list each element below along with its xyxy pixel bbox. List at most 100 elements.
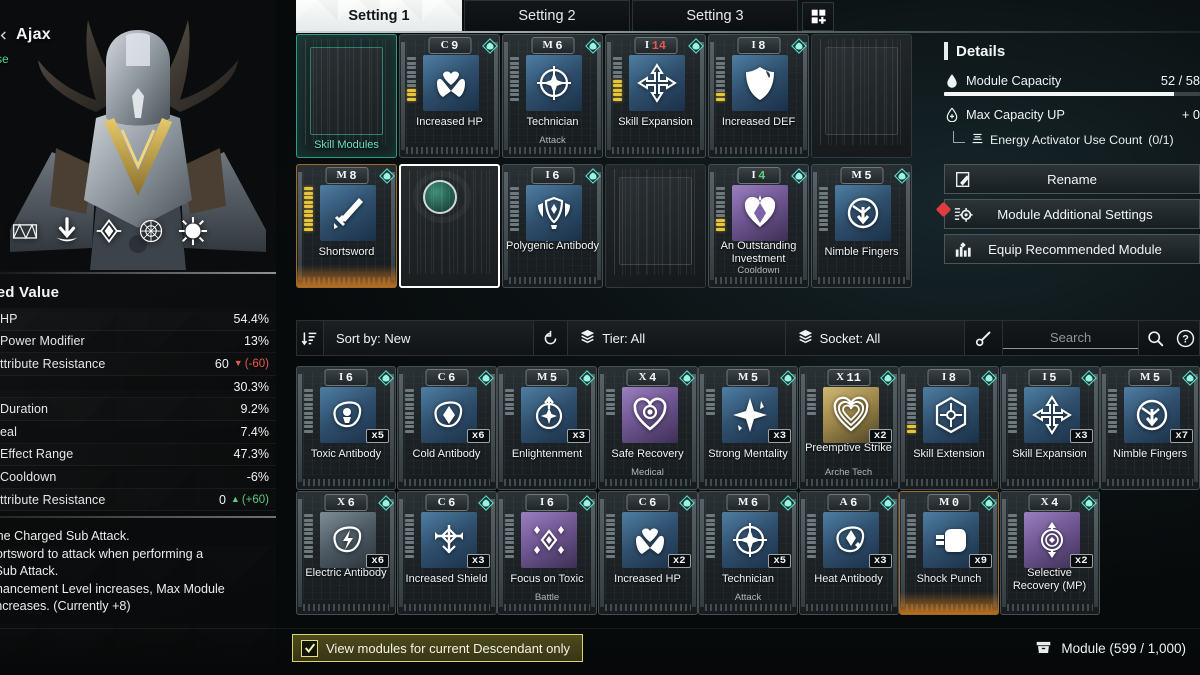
inventory-module-card[interactable]: A 6 x3 Heat Antibody [798,491,899,615]
tier-symbol: I [751,39,756,51]
equipped-module-card[interactable]: I 4 An Outstanding Investment Cooldown [708,164,809,288]
inventory-module-card[interactable]: X 4 x2 Selective Recovery (MP) [999,491,1100,615]
question-icon[interactable]: ? [1172,321,1199,355]
stat-number: 9.2% [240,402,270,417]
sort-descending-icon[interactable] [297,321,324,355]
equipped-module-card[interactable]: C 9 Increased HP [399,34,500,158]
energy-bar-track [706,514,715,558]
empty-module-slot[interactable] [811,34,912,158]
selected-empty-slot[interactable] [399,164,500,288]
equip-recommended-module-button[interactable]: Equip Recommended Module [944,234,1200,264]
tier-plate: M0 [927,494,971,511]
equipped-module-card[interactable]: I 14 Skill Expansion [605,34,706,158]
stat-row: Power Modifier 13% [0,330,276,354]
inventory-module-card[interactable]: M 0 x9 Shock Punch [899,491,999,615]
card-footer-pins [1107,479,1193,486]
module-quantity: x7 [1170,429,1193,443]
socket-type-icon [679,494,696,511]
module-name: Toxic Antibody [310,448,382,460]
inventory-module-card[interactable]: C 6 x6 Cold Antibody [396,366,497,490]
tab-setting-2[interactable]: Setting 2 [464,0,630,31]
energy-bar [404,518,414,522]
energy-bar [1007,541,1017,544]
energy-bar [304,209,313,213]
inventory-module-card[interactable]: M 5 x7 Nimble Fingers [1100,366,1200,490]
energy-bar [819,223,828,226]
inventory-module-card[interactable]: X 6 x6 Electric Antibody [296,491,396,615]
energy-bar [706,536,715,540]
search-input[interactable] [1003,327,1139,349]
tab-setting-1[interactable]: Setting 1 [296,0,462,31]
energy-bar [1007,527,1017,531]
energy-bar [806,389,816,392]
module-name: Cold Antibody [412,448,481,460]
inventory-module-card[interactable]: M 5 x3 Strong Mentality [698,366,798,490]
equipped-module-card[interactable]: M 6 Technician Attack [502,34,603,158]
socket-type-icon [1081,369,1098,386]
tier-number: 6 [649,495,657,510]
inventory-module-card[interactable]: M 6 x5 Technician Attack [698,491,798,615]
module-category: Attack [539,135,566,146]
hex-target-icon [923,387,979,443]
energy-bar [1007,532,1017,535]
magnifier-icon[interactable] [1138,321,1172,355]
energy-bar [706,398,715,401]
equipped-module-card[interactable]: I 8 Increased DEF [708,34,809,158]
inventory-module-card[interactable]: X 11 x2 Preemptive Strike Arche Tech [798,366,899,490]
socket-filter-dropdown[interactable]: Socket: All [785,321,966,355]
module-name: Increased HP [614,573,681,585]
energy-bar [907,407,916,410]
bottom-bar: View modules for current Descendant only… [0,629,1200,675]
sort-by-dropdown[interactable]: Sort by: New [323,321,535,355]
inventory-module-card[interactable]: I 6 Focus on Toxic Battle [497,491,597,615]
energy-bar [505,411,514,415]
equipped-module-card[interactable]: M 5 Nimble Fingers [811,164,912,288]
energy-bar [505,541,514,544]
card-frame-left [298,499,302,607]
tab-setting-3[interactable]: Setting 3 [632,0,798,31]
module-capacity-value: 52 / 58 [1160,73,1200,88]
inventory-module-card[interactable]: C 6 x3 Increased Shield [396,491,497,615]
module-additional-settings-button[interactable]: Module Additional Settings [935,199,1200,229]
inventory-module-card[interactable]: I 8 Skill Extension [899,366,999,490]
descendant-filter-checkbox[interactable]: View modules for current Descendant only [292,634,583,662]
energy-bar-track [605,514,615,558]
module-quantity: x5 [768,554,791,568]
inventory-module-card[interactable]: M 5 x3 Enlightenment [497,366,597,490]
tier-plate: I6 [531,167,574,184]
energy-bar [510,191,519,195]
refresh-icon[interactable] [534,321,569,355]
module-name: Selective Recovery (MP) [1012,567,1087,592]
description-line: ged Sub Attack. [0,564,59,579]
energy-bar [505,532,514,535]
rename-button[interactable]: Rename [944,164,1200,194]
equipped-module-card[interactable]: I 6 Polygenic Antibody [502,164,603,288]
add-grid-icon[interactable] [802,2,834,31]
inventory-module-card[interactable]: X 4 Safe Recovery Medical [597,366,698,490]
module-additional-settings-label: Module Additional Settings [997,206,1153,222]
module-name: Heat Antibody [814,573,883,585]
empty-module-slot[interactable] [605,164,706,288]
max-capacity-row: Max Capacity UP + 0 [944,107,1200,122]
tier-number: 9 [451,38,459,53]
card-footer-pins [504,604,590,611]
equipped-module-card[interactable]: M 8 Shortsword [296,164,397,288]
inventory-module-card[interactable]: I 6 x5 Toxic Antibody [296,366,396,490]
inventory-module-card[interactable]: C 6 x2 Increased HP [597,491,698,615]
inventory-module-card[interactable]: I 5 x3 Skill Expansion [999,366,1100,490]
energy-bar [716,200,725,204]
module-capacity-row: Module Capacity 52 / 58 [944,73,1200,88]
chevron-left-icon[interactable] [0,28,10,42]
energy-bar-track [1108,389,1117,433]
skill-module-slot[interactable]: Skill Modules [296,34,397,158]
card-frame-left [901,374,905,482]
dagger-icon [320,185,376,241]
reload-speed-icon [835,185,891,241]
tier-number: 4 [758,168,766,183]
energy-bar [907,429,916,433]
key-icon[interactable] [965,321,1004,355]
energy-bar [706,407,715,410]
card-footer-pins [705,479,791,486]
energy-bar [806,514,816,517]
tier-filter-dropdown[interactable]: Tier: All [568,321,786,355]
